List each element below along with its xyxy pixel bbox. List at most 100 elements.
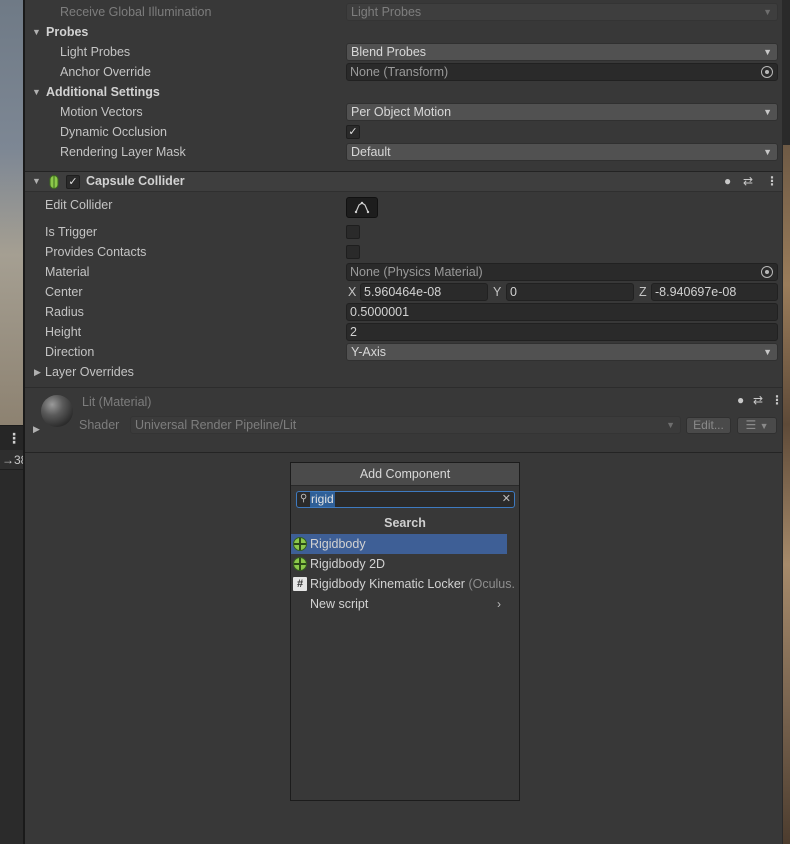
center-z-label[interactable]: Z (639, 282, 647, 302)
foldout-collapsed-icon[interactable]: ▶ (33, 422, 40, 436)
light-probes-value: Blend Probes (351, 45, 427, 59)
dropdown-arrow-icon: ▼ (666, 420, 675, 430)
light-probes-dropdown[interactable]: Blend Probes ▼ (346, 43, 778, 61)
edit-collider-button[interactable] (346, 197, 378, 218)
rigidbody-icon (293, 557, 307, 571)
motion-vectors-dropdown[interactable]: Per Object Motion ▼ (346, 103, 778, 121)
dropdown-arrow-icon: ▼ (759, 421, 769, 431)
component-menu-icon[interactable]: ⋮ (766, 171, 778, 192)
scene-preview-right (783, 145, 790, 844)
search-icon: ⚲ (300, 493, 308, 504)
dynamic-occlusion-checkbox[interactable]: ✓ (346, 125, 360, 139)
scene-preview (0, 0, 25, 425)
foldout-collapsed-icon: ▶ (34, 367, 41, 377)
edit-collider-row: Edit Collider (25, 195, 782, 215)
scene-view-right-edge (782, 0, 790, 844)
rendering-layer-mask-dropdown[interactable]: Default ▼ (346, 143, 778, 161)
presets-icon[interactable]: ⇄ (753, 390, 763, 410)
direction-value: Y-Axis (351, 345, 386, 359)
anchor-override-value: None (Transform) (350, 65, 449, 79)
height-field[interactable]: 2 (346, 323, 778, 341)
help-icon[interactable]: ● (724, 171, 731, 192)
direction-dropdown[interactable]: Y-Axis ▼ (346, 343, 778, 361)
shader-dropdown[interactable]: Universal Render Pipeline/Lit ▼ (130, 416, 681, 434)
center-y-label[interactable]: Y (493, 282, 501, 302)
edit-collider-icon (354, 201, 370, 214)
probes-foldout[interactable]: ▼ Probes (25, 22, 782, 42)
list-icon: ☰ (745, 418, 757, 432)
material-preview-sphere[interactable] (41, 395, 73, 427)
height-label: Height (45, 325, 82, 339)
object-picker-icon[interactable] (761, 66, 773, 78)
dynamic-occlusion-label: Dynamic Occlusion (60, 125, 167, 139)
material-name: Lit (Material) (82, 395, 152, 409)
section-divider (25, 452, 782, 453)
shader-value: Universal Render Pipeline/Lit (135, 418, 297, 432)
capsule-collider-icon (49, 175, 59, 189)
light-probes-label: Light Probes (60, 45, 131, 59)
foldout-expanded-icon: ▼ (32, 27, 41, 37)
rendering-layer-mask-label: Rendering Layer Mask (60, 145, 186, 159)
layer-overrides-label: Layer Overrides (45, 365, 134, 379)
result-label: Rigidbody 2D (310, 557, 386, 571)
is-trigger-label: Is Trigger (45, 225, 98, 239)
provides-contacts-checkbox[interactable] (346, 245, 360, 259)
clear-search-icon[interactable]: ✕ (502, 492, 511, 507)
kebab-menu-icon[interactable]: ⋮ (7, 430, 21, 447)
result-name: Rigidbody Kinematic Locker (310, 577, 465, 591)
scene-view-left-edge: ⋮ →38 (0, 0, 25, 844)
capsule-collider-header[interactable]: ▼ ✓ Capsule Collider ● ⇄ ⋮ (25, 171, 782, 192)
shader-options-button[interactable]: ☰ ▼ (737, 417, 777, 434)
layer-overrides-foldout[interactable]: ▶ Layer Overrides (25, 362, 782, 382)
center-row: Center X 5.960464e-08 Y 0 Z -8.940697e-0… (25, 282, 782, 302)
component-search-input[interactable]: ⚲ rigid ✕ (296, 491, 515, 508)
is-trigger-checkbox[interactable] (346, 225, 360, 239)
left-panel-area (0, 490, 25, 844)
object-picker-icon[interactable] (761, 266, 773, 278)
result-label: Rigidbody (310, 537, 366, 551)
receive-gi-dropdown[interactable]: Light Probes ▼ (346, 3, 778, 21)
additional-settings-foldout[interactable]: ▼ Additional Settings (25, 82, 782, 102)
provides-contacts-row: Provides Contacts (25, 242, 782, 262)
dynamic-occlusion-row: Dynamic Occlusion ✓ (25, 122, 782, 142)
is-trigger-row: Is Trigger (25, 222, 782, 242)
result-rigidbody[interactable]: Rigidbody (291, 534, 507, 554)
result-namespace: (Oculus. (468, 577, 515, 591)
new-script-label: New script (310, 597, 369, 611)
material-section: Lit (Material) ● ⇄ ⋮ ▶ Shader Universal … (25, 387, 783, 439)
capsule-collider-enabled-checkbox[interactable]: ✓ (66, 175, 80, 189)
anchor-override-field[interactable]: None (Transform) (346, 63, 778, 81)
anchor-override-label: Anchor Override (60, 65, 152, 79)
foldout-expanded-icon[interactable]: ▼ (32, 172, 41, 191)
center-y-field[interactable]: 0 (506, 283, 634, 301)
help-icon[interactable]: ● (737, 390, 744, 410)
rigidbody-icon (293, 537, 307, 551)
dropdown-arrow-icon: ▼ (763, 7, 772, 17)
physics-material-field[interactable]: None (Physics Material) (346, 263, 778, 281)
rendering-layer-mask-value: Default (351, 145, 391, 159)
presets-icon[interactable]: ⇄ (743, 171, 753, 192)
shader-edit-button[interactable]: Edit... (686, 417, 731, 434)
material-menu-icon[interactable]: ⋮ (771, 390, 783, 410)
result-label: Rigidbody Kinematic Locker (Oculus. (310, 574, 515, 594)
new-script-item[interactable]: New script › (291, 594, 519, 614)
additional-settings-header: Additional Settings (46, 85, 160, 99)
center-x-label[interactable]: X (348, 282, 356, 302)
result-rigidbody-2d[interactable]: Rigidbody 2D (291, 554, 519, 574)
radius-field[interactable]: 0.5000001 (346, 303, 778, 321)
foldout-expanded-icon: ▼ (32, 87, 41, 97)
search-results-header: Search (384, 516, 426, 530)
center-x-field[interactable]: 5.960464e-08 (360, 283, 488, 301)
motion-vectors-row: Motion Vectors Per Object Motion ▼ (25, 102, 782, 122)
result-rigidbody-kinematic-locker[interactable]: # Rigidbody Kinematic Locker (Oculus. (291, 574, 519, 594)
physics-material-value: None (Physics Material) (350, 265, 483, 279)
provides-contacts-label: Provides Contacts (45, 245, 147, 259)
motion-vectors-label: Motion Vectors (60, 105, 143, 119)
probes-header: Probes (46, 25, 89, 39)
direction-label: Direction (45, 345, 95, 359)
capsule-collider-title: Capsule Collider (86, 174, 185, 188)
center-x-value: 5.960464e-08 (364, 285, 442, 299)
shader-edit-label: Edit... (693, 418, 724, 432)
center-z-field[interactable]: -8.940697e-08 (651, 283, 778, 301)
receive-gi-row: Receive Global Illumination Light Probes… (25, 2, 782, 22)
